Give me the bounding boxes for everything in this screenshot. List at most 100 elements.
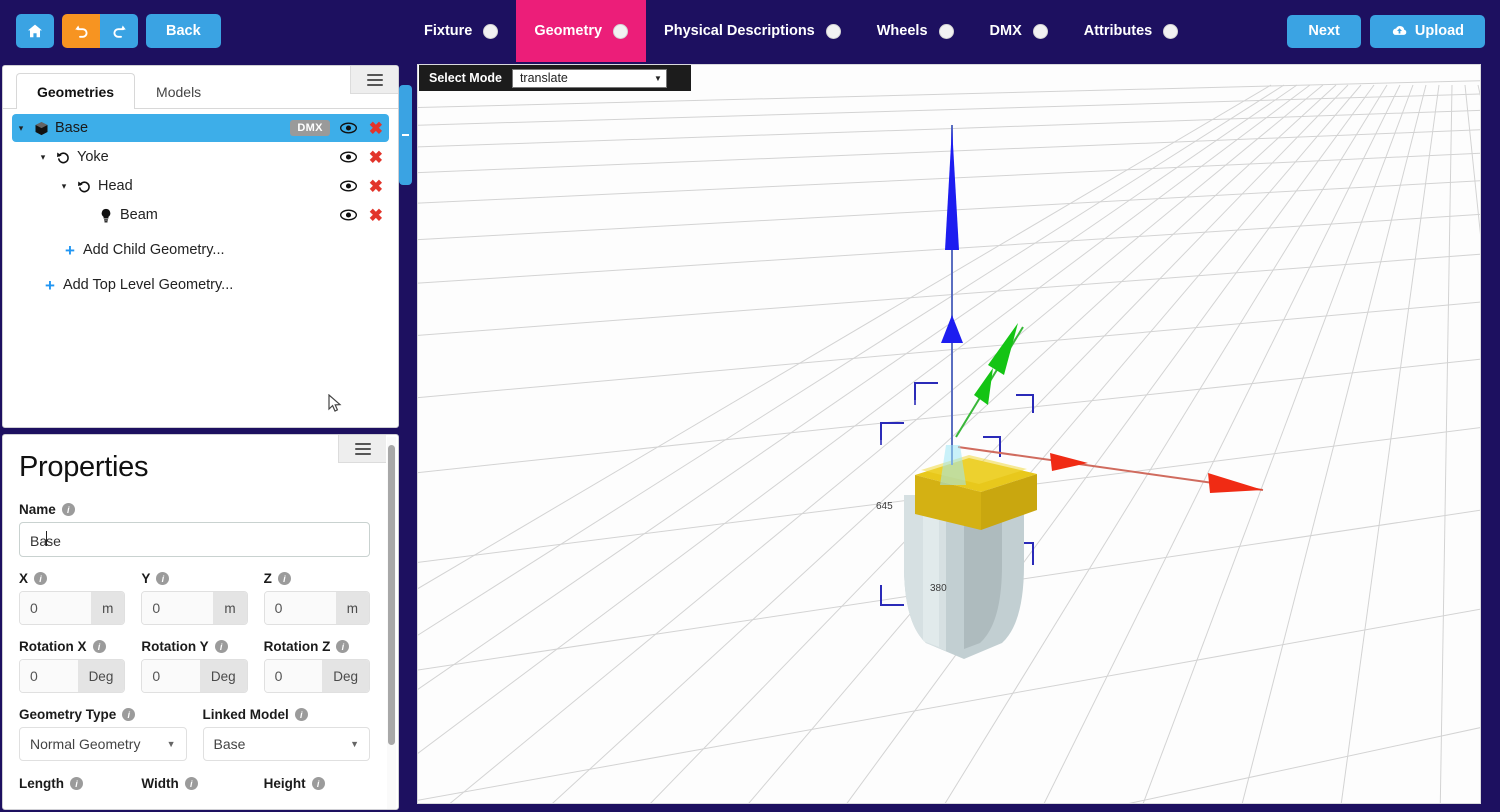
- tab-models[interactable]: Models: [135, 73, 222, 109]
- linked-model-value: Base: [214, 736, 351, 752]
- x-input[interactable]: 0 m: [19, 591, 125, 625]
- z-input-value: 0: [265, 592, 336, 624]
- tree-node-base[interactable]: ▾ Base DMX ✖: [12, 114, 389, 142]
- undo-redo-group: [62, 14, 138, 48]
- info-icon[interactable]: i: [122, 708, 135, 721]
- tab-geometry[interactable]: Geometry: [516, 0, 646, 62]
- tree-node-head-label: Head: [95, 178, 340, 194]
- dimension-label-width: 380: [930, 583, 947, 594]
- properties-scrollbar[interactable]: [387, 437, 396, 809]
- geometry-tree-panel: Geometries Models ▾ Base DMX ✖ ▾: [2, 65, 399, 428]
- select-mode-dropdown[interactable]: translate ▼: [512, 69, 667, 88]
- fixture-model-and-gizmo[interactable]: [418, 65, 1481, 804]
- rotate-icon: [73, 179, 95, 194]
- x-field-group: X i 0 m: [19, 571, 125, 625]
- rotation-x-unit-label: Deg: [78, 660, 125, 692]
- name-input-value: Base: [30, 531, 61, 549]
- info-icon[interactable]: i: [70, 777, 83, 790]
- tab-physical-descriptions-status-dot: [826, 24, 841, 39]
- tab-wheels[interactable]: Wheels: [859, 0, 972, 62]
- info-icon[interactable]: i: [295, 708, 308, 721]
- back-button[interactable]: Back: [146, 14, 221, 48]
- expand-caret-icon[interactable]: ▾: [34, 152, 52, 163]
- info-icon[interactable]: i: [62, 503, 75, 516]
- delete-yoke-button[interactable]: ✖: [369, 149, 383, 166]
- y-input[interactable]: 0 m: [141, 591, 247, 625]
- next-button-label: Next: [1308, 23, 1339, 39]
- info-icon[interactable]: i: [215, 640, 228, 653]
- tab-dmx-status-dot: [1033, 24, 1048, 39]
- x-unit-label: m: [91, 592, 124, 624]
- select-mode-label: Select Mode: [429, 71, 502, 85]
- tree-node-yoke[interactable]: ▾ Yoke ✖: [34, 143, 389, 171]
- mouse-cursor: [327, 394, 343, 414]
- tree-panel-tabs: Geometries Models: [3, 66, 398, 109]
- rotation-z-input[interactable]: 0 Deg: [264, 659, 370, 693]
- linked-model-select[interactable]: Base ▼: [203, 727, 371, 761]
- hamburger-icon: [367, 71, 383, 89]
- info-icon[interactable]: i: [278, 572, 291, 585]
- undo-button[interactable]: [62, 14, 100, 48]
- add-child-geometry-button[interactable]: + Add Child Geometry...: [65, 235, 398, 265]
- tab-fixture-status-dot: [483, 24, 498, 39]
- visibility-toggle-base[interactable]: [340, 122, 357, 134]
- expand-caret-icon[interactable]: ▾: [12, 123, 30, 134]
- tree-panel-menu-button[interactable]: [350, 66, 398, 94]
- name-input[interactable]: Base: [19, 522, 370, 557]
- properties-panel-menu-button[interactable]: [338, 435, 386, 463]
- expand-caret-icon[interactable]: ▾: [55, 181, 73, 192]
- tab-dmx[interactable]: DMX: [972, 0, 1066, 62]
- add-top-level-geometry-label: Add Top Level Geometry...: [63, 277, 233, 293]
- text-caret: [46, 531, 47, 546]
- tab-physical-descriptions[interactable]: Physical Descriptions: [646, 0, 859, 62]
- delete-beam-button[interactable]: ✖: [369, 207, 383, 224]
- rotation-x-input[interactable]: 0 Deg: [19, 659, 125, 693]
- info-icon[interactable]: i: [336, 640, 349, 653]
- sidebar-collapse-handle[interactable]: [399, 85, 412, 185]
- tab-dmx-label: DMX: [990, 23, 1022, 39]
- tab-geometries[interactable]: Geometries: [16, 73, 135, 109]
- info-icon[interactable]: i: [34, 572, 47, 585]
- redo-button[interactable]: [100, 14, 138, 48]
- tree-node-head[interactable]: ▾ Head ✖: [55, 172, 389, 200]
- visibility-toggle-head[interactable]: [340, 180, 357, 192]
- tree-node-beam[interactable]: Beam ✖: [77, 201, 389, 229]
- geometry-type-value: Normal Geometry: [30, 736, 167, 752]
- tab-attributes[interactable]: Attributes: [1066, 0, 1196, 62]
- z-input[interactable]: 0 m: [264, 591, 370, 625]
- visibility-toggle-beam[interactable]: [340, 209, 357, 221]
- visibility-toggle-yoke[interactable]: [340, 151, 357, 163]
- delete-base-button[interactable]: ✖: [369, 120, 383, 137]
- upload-button-label: Upload: [1415, 23, 1464, 39]
- tab-geometry-status-dot: [613, 24, 628, 39]
- delete-head-button[interactable]: ✖: [369, 178, 383, 195]
- rotate-icon: [52, 150, 74, 165]
- header-toolbar: Back: [0, 14, 221, 48]
- 3d-viewport[interactable]: 645 380 Select Mode translate ▼: [417, 64, 1481, 804]
- geometry-type-select[interactable]: Normal Geometry ▼: [19, 727, 187, 761]
- info-icon[interactable]: i: [312, 777, 325, 790]
- properties-panel: Properties Name i Base X i 0 m: [2, 434, 399, 810]
- next-button[interactable]: Next: [1287, 15, 1360, 48]
- upload-button[interactable]: Upload: [1370, 15, 1485, 48]
- home-button[interactable]: [16, 14, 54, 48]
- type-and-model-fields: Geometry Type i Normal Geometry ▼ Linked…: [19, 707, 370, 761]
- geometry-type-label: Geometry Type i: [19, 707, 187, 722]
- chevron-down-icon: ▼: [350, 739, 359, 749]
- plus-icon: +: [65, 242, 75, 259]
- rotation-z-unit-label: Deg: [322, 660, 369, 692]
- scrollbar-thumb[interactable]: [388, 445, 395, 745]
- tree-node-base-label: Base: [52, 120, 290, 136]
- rotation-x-field-label: Rotation X i: [19, 639, 125, 654]
- info-icon[interactable]: i: [93, 640, 106, 653]
- info-icon[interactable]: i: [185, 777, 198, 790]
- z-unit-label: m: [336, 592, 369, 624]
- tab-fixture[interactable]: Fixture: [406, 0, 516, 62]
- undo-icon: [73, 23, 90, 40]
- name-field-group: Name i Base: [19, 502, 370, 557]
- add-top-level-geometry-button[interactable]: + Add Top Level Geometry...: [45, 270, 398, 300]
- info-icon[interactable]: i: [156, 572, 169, 585]
- main-tabs: Fixture Geometry Physical Descriptions W…: [406, 0, 1196, 62]
- rotation-y-input[interactable]: 0 Deg: [141, 659, 247, 693]
- select-mode-value: translate: [520, 71, 568, 85]
